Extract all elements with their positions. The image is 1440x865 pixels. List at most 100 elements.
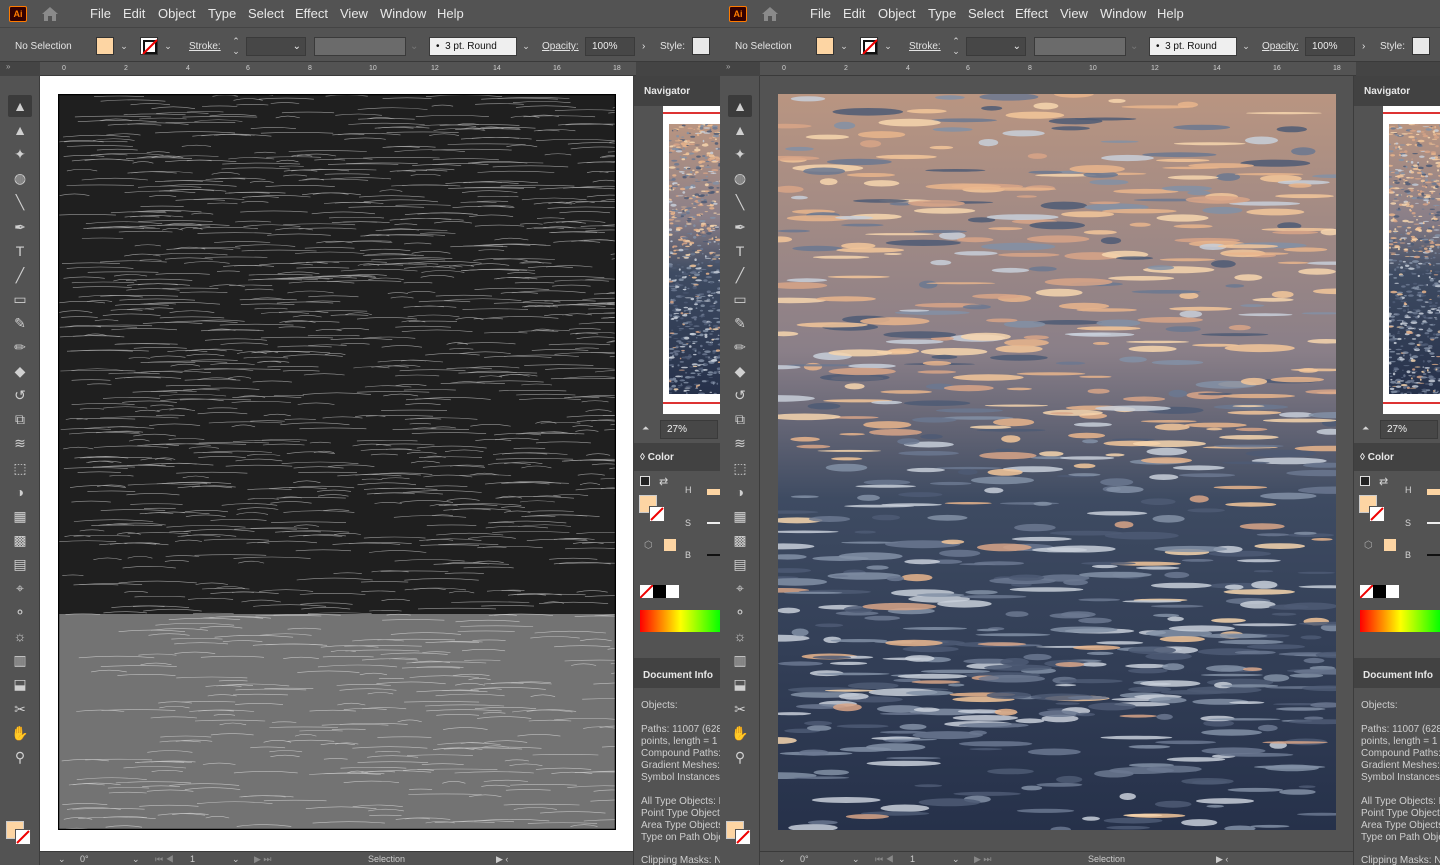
menu-object[interactable]: Object bbox=[158, 6, 196, 21]
zoom-out-icon[interactable]: ⏶ bbox=[1362, 423, 1369, 434]
stroke-label[interactable]: Stroke: bbox=[909, 41, 941, 52]
selection-tool-icon[interactable]: ▲ bbox=[8, 95, 32, 117]
out-of-web-gamut-icon[interactable]: ⬡ bbox=[1364, 540, 1373, 551]
canvas-area[interactable] bbox=[40, 76, 633, 851]
color-spectrum[interactable] bbox=[640, 610, 720, 632]
menu-select[interactable]: Select bbox=[248, 6, 284, 21]
stroke-weight-field[interactable]: ⌄ bbox=[966, 37, 1026, 56]
menu-view[interactable]: View bbox=[1060, 6, 1088, 21]
opacity-field[interactable]: 100% bbox=[585, 37, 635, 56]
chevron-down-icon[interactable]: ⌄ bbox=[58, 854, 66, 865]
menu-view[interactable]: View bbox=[340, 6, 368, 21]
default-colors-icon[interactable] bbox=[640, 476, 650, 486]
line-tool-icon[interactable]: ╱ bbox=[728, 264, 752, 286]
menu-object[interactable]: Object bbox=[878, 6, 916, 21]
perspective-grid-tool-icon[interactable]: ▦ bbox=[728, 505, 752, 527]
closest-web-color-swatch[interactable] bbox=[664, 539, 676, 551]
navigator-title[interactable]: Navigator bbox=[644, 86, 690, 97]
mesh-tool-icon[interactable]: ▩ bbox=[8, 529, 32, 551]
variable-width-profile[interactable] bbox=[314, 37, 406, 56]
menu-file[interactable]: File bbox=[90, 6, 111, 21]
menu-help[interactable]: Help bbox=[1157, 6, 1184, 21]
rectangle-tool-icon[interactable]: ▭ bbox=[728, 288, 752, 310]
hue-slider[interactable] bbox=[1427, 489, 1440, 495]
magic-wand-tool-icon[interactable]: ✦ bbox=[8, 143, 32, 165]
symbol-sprayer-tool-icon[interactable]: ☼ bbox=[728, 625, 752, 647]
color-title[interactable]: ◊ Color bbox=[640, 452, 674, 463]
direct-selection-tool-icon[interactable]: ▲ bbox=[8, 119, 32, 141]
color-stroke-swatch[interactable] bbox=[1369, 506, 1385, 522]
magic-wand-tool-icon[interactable]: ✦ bbox=[728, 143, 752, 165]
artboard-tool-icon[interactable]: ⬓ bbox=[8, 673, 32, 695]
paintbrush-tool-icon[interactable]: ✎ bbox=[8, 312, 32, 334]
shape-builder-tool-icon[interactable]: ◑ bbox=[728, 481, 752, 503]
rotate-tool-icon[interactable]: ↺ bbox=[728, 384, 752, 406]
menu-type[interactable]: Type bbox=[928, 6, 956, 21]
hue-slider[interactable] bbox=[707, 489, 720, 495]
opacity-label[interactable]: Opacity: bbox=[542, 41, 579, 52]
stroke-dropdown[interactable]: ⌄ bbox=[881, 36, 895, 56]
zoom-field[interactable]: 27% bbox=[660, 420, 718, 439]
artboard-tool-icon[interactable]: ⬓ bbox=[728, 673, 752, 695]
paintbrush-tool-icon[interactable]: ✎ bbox=[728, 312, 752, 334]
chevron-down-icon[interactable]: ⌄ bbox=[778, 854, 786, 865]
menu-edit[interactable]: Edit bbox=[843, 6, 865, 21]
rectangle-tool-icon[interactable]: ▭ bbox=[8, 288, 32, 310]
chevron-down-icon[interactable]: ⌄ bbox=[232, 854, 240, 865]
fill-swatch[interactable] bbox=[816, 37, 834, 55]
graphic-style-swatch[interactable] bbox=[1412, 37, 1430, 55]
first-artboard-icon[interactable]: ⏮ ◀ bbox=[155, 854, 174, 865]
stroke-stepper[interactable]: ⌃ ⌄ bbox=[229, 36, 243, 56]
opacity-chevron-icon[interactable]: › bbox=[642, 41, 645, 52]
line-segment-tool-icon[interactable]: ╲ bbox=[8, 191, 32, 213]
closest-web-color-swatch[interactable] bbox=[1384, 539, 1396, 551]
chevron-down-icon[interactable]: ⌄ bbox=[852, 854, 860, 865]
pencil-tool-icon[interactable]: ✏ bbox=[8, 336, 32, 358]
eyedropper-tool-icon[interactable]: ⌖ bbox=[728, 577, 752, 599]
zoom-field[interactable]: 27% bbox=[1380, 420, 1438, 439]
graphic-style-swatch[interactable] bbox=[692, 37, 710, 55]
saturation-slider[interactable] bbox=[1427, 522, 1440, 524]
home-icon[interactable] bbox=[760, 6, 780, 22]
black-swatch[interactable] bbox=[653, 585, 666, 598]
blend-tool-icon[interactable]: ⚬ bbox=[8, 601, 32, 623]
menu-file[interactable]: File bbox=[810, 6, 831, 21]
black-swatch[interactable] bbox=[1373, 585, 1386, 598]
white-swatch[interactable] bbox=[1386, 585, 1399, 598]
brush-definition[interactable]: • 3 pt. Round bbox=[429, 37, 517, 56]
collapse-icon[interactable]: » bbox=[6, 62, 10, 71]
status-menu-icon[interactable]: ▶ ‹ bbox=[1216, 854, 1228, 865]
hand-tool-icon[interactable]: ✋ bbox=[728, 722, 752, 744]
color-title[interactable]: ◊ Color bbox=[1360, 452, 1394, 463]
lasso-tool-icon[interactable]: ◍ bbox=[8, 167, 32, 189]
document-info-title[interactable]: Document Info bbox=[1363, 670, 1433, 681]
fill-dropdown[interactable]: ⌄ bbox=[837, 36, 851, 56]
default-colors-icon[interactable] bbox=[1360, 476, 1370, 486]
none-color-swatch[interactable] bbox=[1359, 584, 1374, 599]
collapse-icon[interactable]: » bbox=[726, 62, 730, 71]
rotation-field[interactable]: 0° bbox=[80, 854, 89, 864]
brightness-slider[interactable] bbox=[1427, 554, 1440, 556]
line-tool-icon[interactable]: ╱ bbox=[8, 264, 32, 286]
color-spectrum[interactable] bbox=[1360, 610, 1440, 632]
eraser-tool-icon[interactable]: ◆ bbox=[728, 360, 752, 382]
perspective-grid-tool-icon[interactable]: ▦ bbox=[8, 505, 32, 527]
menu-effect[interactable]: Effect bbox=[295, 6, 328, 21]
stroke-swatch[interactable] bbox=[140, 37, 158, 55]
none-color-swatch[interactable] bbox=[639, 584, 654, 599]
direct-selection-tool-icon[interactable]: ▲ bbox=[728, 119, 752, 141]
color-stroke-swatch[interactable] bbox=[649, 506, 665, 522]
swap-colors-icon[interactable]: ⇄ bbox=[659, 475, 668, 488]
hand-tool-icon[interactable]: ✋ bbox=[8, 722, 32, 744]
brush-dropdown[interactable]: ⌄ bbox=[519, 36, 533, 56]
horizontal-ruler[interactable]: 0 2 4 6 8 10 12 14 16 18 bbox=[40, 62, 636, 76]
scale-tool-icon[interactable]: ⧉ bbox=[8, 408, 32, 430]
eraser-tool-icon[interactable]: ◆ bbox=[8, 360, 32, 382]
stroke-stepper[interactable]: ⌃ ⌄ bbox=[949, 36, 963, 56]
menu-window[interactable]: Window bbox=[1100, 6, 1146, 21]
menu-edit[interactable]: Edit bbox=[123, 6, 145, 21]
menu-select[interactable]: Select bbox=[968, 6, 1004, 21]
gradient-tool-icon[interactable]: ▤ bbox=[8, 553, 32, 575]
blend-tool-icon[interactable]: ⚬ bbox=[728, 601, 752, 623]
zoom-out-icon[interactable]: ⏶ bbox=[642, 423, 649, 434]
